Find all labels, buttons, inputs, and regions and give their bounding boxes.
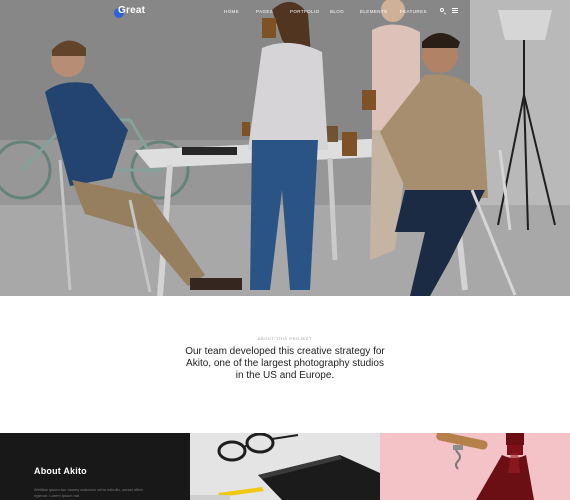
nav-item-home[interactable]: HOME bbox=[224, 9, 239, 14]
feature-tiles: About Akito Welltew ipsum too mosey autc… bbox=[0, 433, 570, 500]
project-statement: Our team developed this creative strateg… bbox=[185, 346, 385, 381]
logo[interactable]: Great bbox=[114, 5, 146, 18]
hero-overlay bbox=[0, 0, 570, 296]
about-body: Welltew ipsum too mosey autcossz cehu ex… bbox=[34, 487, 143, 498]
search-icon[interactable] bbox=[440, 8, 446, 14]
wine-photo bbox=[380, 433, 570, 500]
section-eyebrow: ABOUT THIS PROJECT bbox=[257, 336, 313, 341]
desk-photo-tile bbox=[190, 433, 380, 500]
desk-photo bbox=[190, 433, 380, 500]
nav-item-elements[interactable]: ELEMENTS bbox=[360, 9, 387, 14]
nav-item-features[interactable]: FEATURES bbox=[400, 9, 427, 14]
about-title: About Akito bbox=[34, 466, 87, 476]
menu-icon[interactable] bbox=[452, 8, 458, 14]
header-icons bbox=[440, 8, 458, 14]
nav-item-blog[interactable]: BLOG bbox=[330, 9, 344, 14]
site-header: Great HOME PAGES PORTFOLIO BLOG ELEMENTS… bbox=[0, 0, 570, 24]
nav-item-pages[interactable]: PAGES bbox=[256, 9, 273, 14]
logo-text: Great bbox=[118, 5, 146, 16]
hero-section: Great HOME PAGES PORTFOLIO BLOG ELEMENTS… bbox=[0, 0, 570, 296]
wine-photo-tile bbox=[380, 433, 570, 500]
about-tile: About Akito Welltew ipsum too mosey autc… bbox=[0, 433, 190, 500]
nav-item-portfolio[interactable]: PORTFOLIO bbox=[290, 9, 320, 14]
about-project-section: ABOUT THIS PROJECT Our team developed th… bbox=[0, 296, 570, 433]
